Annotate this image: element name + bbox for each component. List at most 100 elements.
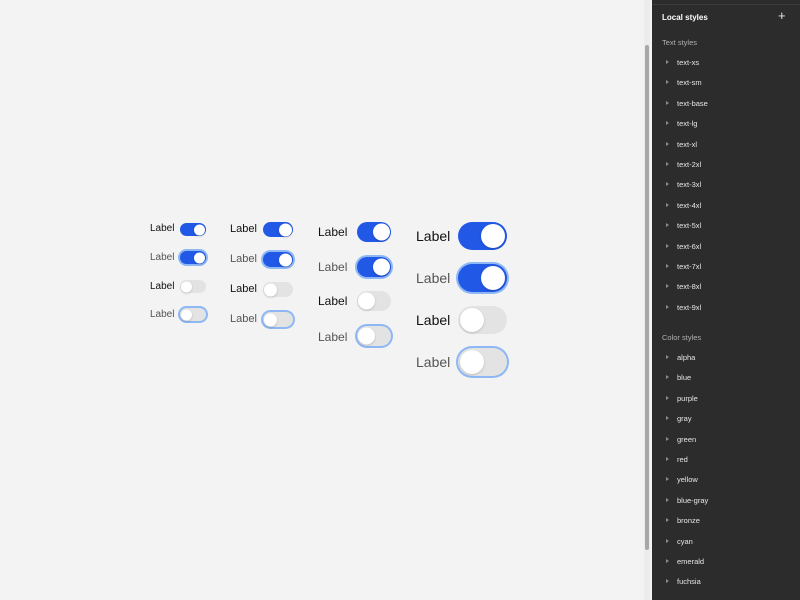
chevron-right-icon[interactable] [666, 395, 669, 400]
switch-label: Label [318, 294, 348, 308]
switch-label: Label [416, 312, 451, 328]
color-style-item[interactable]: gray [652, 411, 800, 427]
text-style-item[interactable]: text-4xl [652, 198, 800, 214]
text-style-item-label: text-2xl [677, 160, 702, 169]
switch-toggle-on[interactable] [458, 222, 507, 250]
scrollbar-thumb[interactable] [645, 45, 649, 550]
color-style-item[interactable]: emerald [652, 554, 800, 570]
color-style-item[interactable]: purple [652, 391, 800, 407]
switch-knob [194, 224, 205, 235]
chevron-right-icon[interactable] [666, 284, 669, 289]
switch-toggle-on-focused[interactable] [263, 252, 293, 267]
switch-toggle-off[interactable] [458, 306, 507, 334]
chevron-right-icon[interactable] [666, 477, 669, 482]
chevron-right-icon[interactable] [666, 518, 669, 523]
chevron-right-icon[interactable] [666, 457, 669, 461]
color-style-item-label: purple [677, 393, 698, 403]
text-style-item[interactable]: text-2xl [652, 157, 800, 173]
color-style-item[interactable]: blue [652, 370, 800, 386]
switch-toggle-on-focused[interactable] [180, 251, 206, 264]
switch-label: Label [230, 313, 257, 325]
switch-toggle-off-focused[interactable] [180, 308, 206, 321]
text-style-item[interactable]: text-5xl [652, 218, 800, 234]
switch-toggle-on-focused[interactable] [458, 264, 507, 292]
text-style-item[interactable]: text-9xl [652, 300, 800, 316]
chevron-right-icon[interactable] [666, 264, 669, 268]
text-style-item[interactable]: text-base [652, 96, 800, 112]
switch-toggle-off-focused[interactable] [458, 348, 507, 376]
switch-knob [279, 253, 292, 266]
chevron-right-icon[interactable] [666, 375, 669, 380]
color-style-item-label: bronze [677, 516, 700, 526]
chevron-right-icon[interactable] [666, 497, 669, 502]
text-style-item[interactable]: text-6xl [652, 239, 800, 255]
chevron-right-icon[interactable] [666, 559, 669, 563]
chevron-right-icon[interactable] [666, 60, 669, 64]
chevron-right-icon[interactable] [666, 141, 669, 146]
text-style-item[interactable]: text-8xl [652, 279, 800, 295]
color-style-item-label: fuchsia [677, 577, 701, 587]
chevron-right-icon[interactable] [666, 80, 669, 85]
switch-toggle-off[interactable] [180, 280, 206, 293]
text-style-item-label: text-7xl [677, 262, 702, 271]
color-style-item[interactable]: alpha [652, 350, 800, 366]
switch-label: Label [416, 270, 451, 286]
chevron-right-icon[interactable] [666, 243, 669, 248]
design-canvas[interactable]: Label Label Label Label Label Label Labe… [0, 0, 650, 600]
switch-label: Label [416, 228, 451, 244]
text-style-item-label: text-lg [677, 119, 698, 129]
color-style-item[interactable]: cyan [652, 534, 800, 550]
chevron-right-icon[interactable] [666, 355, 669, 359]
text-style-item[interactable]: text-lg [652, 116, 800, 132]
color-style-item[interactable]: blue-gray [652, 493, 800, 509]
text-style-item[interactable]: text-xs [652, 55, 800, 71]
switch-knob [481, 266, 505, 290]
chevron-right-icon[interactable] [666, 202, 669, 207]
chevron-right-icon[interactable] [666, 100, 669, 105]
switch-knob [373, 223, 390, 241]
chevron-right-icon[interactable] [666, 304, 669, 309]
chevron-right-icon[interactable] [666, 223, 669, 228]
color-style-item[interactable]: bronze [652, 513, 800, 529]
color-style-item-label: alpha [677, 353, 696, 362]
chevron-right-icon[interactable] [666, 121, 669, 126]
chevron-right-icon[interactable] [666, 182, 669, 187]
switch-toggle-off[interactable] [263, 282, 293, 297]
switch-toggle-on[interactable] [263, 222, 293, 237]
color-style-item[interactable]: red [652, 452, 800, 468]
text-style-item[interactable]: text-7xl [652, 259, 800, 275]
switch-toggle-off[interactable] [357, 291, 391, 311]
text-style-item-label: text-base [677, 98, 708, 108]
chevron-right-icon[interactable] [666, 538, 669, 543]
switch-label: Label [230, 253, 257, 265]
switch-toggle-on-focused[interactable] [357, 257, 391, 277]
color-style-item[interactable]: yellow [652, 472, 800, 488]
text-style-item[interactable]: text-xl [652, 137, 800, 153]
switch-label: Label [318, 330, 348, 344]
switch-toggle-on[interactable] [180, 223, 206, 236]
switch-toggle-on[interactable] [357, 222, 391, 242]
chevron-right-icon[interactable] [666, 416, 669, 421]
switch-toggle-off-focused[interactable] [357, 326, 391, 346]
chevron-right-icon[interactable] [666, 579, 669, 584]
switch-label: Label [230, 283, 257, 295]
color-style-item-label: gray [677, 414, 692, 424]
switch-knob [460, 308, 484, 332]
color-style-item-label: blue [677, 373, 692, 383]
canvas-scrollbar[interactable] [644, 0, 650, 600]
add-style-icon[interactable]: + [778, 8, 786, 24]
switch-toggle-off-focused[interactable] [263, 312, 293, 327]
switch-knob [181, 309, 192, 320]
switch-knob [279, 223, 292, 236]
color-style-item[interactable]: fuchsia [652, 574, 800, 590]
text-style-item[interactable]: text-sm [652, 75, 800, 91]
chevron-right-icon[interactable] [666, 162, 669, 166]
chevron-right-icon[interactable] [666, 436, 669, 441]
text-style-item[interactable]: text-3xl [652, 177, 800, 193]
local-styles-panel: Local styles + Text styles text-xs text-s… [652, 0, 800, 600]
switch-label: Label [150, 223, 175, 234]
color-style-item-label: red [677, 455, 688, 464]
text-style-item-label: text-9xl [677, 302, 702, 312]
color-style-item[interactable]: green [652, 432, 800, 448]
switch-knob [264, 313, 277, 326]
